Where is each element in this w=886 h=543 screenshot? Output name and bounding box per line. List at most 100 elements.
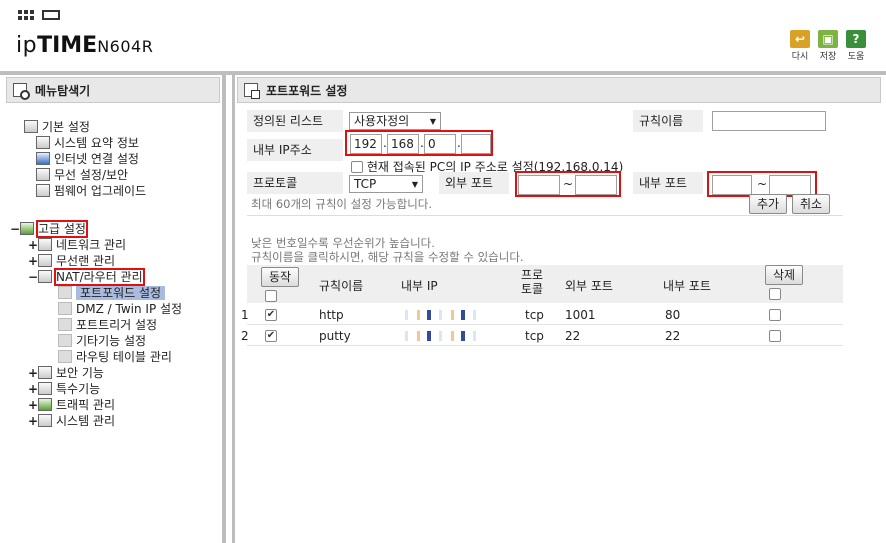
- save-icon: ▣: [818, 30, 838, 48]
- external-port-end[interactable]: [575, 175, 617, 195]
- expand-toggle[interactable]: +: [28, 253, 38, 269]
- folder-icon: [24, 120, 38, 133]
- logo-dots-icon: [18, 10, 34, 20]
- menu-system-summary[interactable]: 시스템 요약 정보: [36, 135, 139, 151]
- cancel-button[interactable]: 취소: [792, 194, 830, 214]
- internal-port-end[interactable]: [769, 175, 811, 195]
- menu-wlan-management[interactable]: + 무선랜 관리: [28, 253, 115, 269]
- firmware-icon: [36, 184, 50, 197]
- row-delete-checkbox[interactable]: [769, 330, 781, 342]
- protocol-label: 프로토콜: [247, 172, 343, 194]
- current-pc-checkbox[interactable]: [351, 161, 363, 173]
- rule-name-input[interactable]: [712, 111, 826, 131]
- predefined-list-select[interactable]: 사용자정의: [349, 112, 441, 130]
- page-icon: [244, 83, 260, 99]
- collapse-toggle[interactable]: −: [10, 221, 20, 237]
- collapse-toggle[interactable]: −: [28, 269, 38, 285]
- help-button[interactable]: ? 도움: [846, 30, 866, 62]
- menu-port-trigger[interactable]: 포트트리거 설정: [58, 317, 157, 333]
- action-button[interactable]: 동작: [261, 267, 299, 287]
- row-enable-checkbox[interactable]: [265, 330, 277, 342]
- globe-icon: [36, 152, 50, 165]
- page-icon: [58, 286, 72, 299]
- expand-toggle[interactable]: +: [28, 397, 38, 413]
- network-icon: [38, 238, 52, 251]
- form-divider: [247, 215, 843, 216]
- max-rules-note: 최대 60개의 규칙이 설정 가능합니다.: [251, 197, 433, 211]
- internal-ip-value-redacted: [397, 310, 477, 320]
- external-port-value: 1001: [565, 308, 596, 322]
- undo-button[interactable]: ↩ 다시: [790, 30, 810, 62]
- menu-special[interactable]: + 특수기능: [28, 381, 100, 397]
- select-all-checkbox[interactable]: [265, 290, 277, 302]
- menu-firmware-upgrade[interactable]: 펌웨어 업그레이드: [36, 183, 146, 199]
- traffic-icon: [38, 398, 52, 411]
- predefined-list-label: 정의된 리스트: [247, 110, 343, 132]
- external-port-value: 22: [565, 329, 581, 343]
- protocol-value: tcp: [525, 329, 544, 343]
- logo-box-icon: [42, 10, 60, 20]
- internal-ip-label: 내부 IP주소: [247, 139, 343, 161]
- edit-hint: 규칙이름을 클릭하시면, 해당 규칙을 수정할 수 있습니다.: [251, 250, 524, 264]
- page-icon: [58, 334, 72, 347]
- menu-dmz-twinip[interactable]: DMZ / Twin IP 설정: [58, 301, 182, 317]
- ip-octet-3[interactable]: 0: [424, 134, 456, 154]
- menu-port-forward[interactable]: 포트포워드 설정: [58, 285, 166, 301]
- row-number: 1: [241, 308, 249, 322]
- page-title: 포트포워드 설정: [237, 77, 881, 103]
- menu-network-management[interactable]: + 네트워크 관리: [28, 237, 126, 253]
- col-rule-name: 규칙이름: [319, 279, 364, 293]
- undo-icon: ↩: [790, 30, 810, 48]
- row-enable-checkbox[interactable]: [265, 309, 277, 321]
- wireless-icon: [38, 254, 52, 267]
- add-button[interactable]: 추가: [749, 194, 787, 214]
- external-port-label: 외부 포트: [439, 172, 509, 194]
- menu-system-management[interactable]: + 시스템 관리: [28, 413, 115, 429]
- menu-nat-router[interactable]: − NAT/라우터 관리: [28, 268, 145, 286]
- col-protocol: 프로 토콜: [521, 268, 544, 296]
- menu-routing-table[interactable]: 라우팅 테이블 관리: [58, 349, 172, 365]
- page-icon: [58, 302, 72, 315]
- menu-security[interactable]: + 보안 기능: [28, 365, 104, 381]
- rule-name-link[interactable]: putty: [319, 329, 351, 343]
- menu-advanced-settings[interactable]: − 고급 설정: [10, 220, 88, 238]
- expand-toggle[interactable]: +: [28, 381, 38, 397]
- ip-octet-4[interactable]: [461, 134, 491, 154]
- menu-traffic[interactable]: + 트래픽 관리: [28, 397, 115, 413]
- wireless-icon: [36, 168, 50, 181]
- ip-octet-2[interactable]: 168: [387, 134, 419, 154]
- menu-basic-settings[interactable]: 기본 설정: [24, 119, 90, 135]
- header-buttons: ↩ 다시 ▣ 저장 ? 도움: [790, 30, 866, 62]
- rule-name-link[interactable]: http: [319, 308, 344, 322]
- save-button[interactable]: ▣ 저장: [818, 30, 838, 62]
- row-delete-checkbox[interactable]: [769, 309, 781, 321]
- table-row: 1 http tcp 1001 80: [241, 305, 843, 325]
- expand-toggle[interactable]: +: [28, 365, 38, 381]
- expand-toggle[interactable]: +: [28, 237, 38, 253]
- internal-port-value: 80: [665, 308, 681, 322]
- protocol-select[interactable]: TCP: [349, 175, 423, 193]
- table-row: 2 putty tcp 22 22: [241, 326, 843, 346]
- header: ipTIMEN604R ↩ 다시 ▣ 저장 ? 도움: [0, 0, 886, 70]
- delete-button[interactable]: 삭제: [765, 265, 803, 285]
- chart-icon: [38, 414, 52, 427]
- internal-port-start[interactable]: [712, 175, 752, 195]
- menu-misc-settings[interactable]: 기타기능 설정: [58, 333, 146, 349]
- menu-explorer: 메뉴탐색기 기본 설정 시스템 요약 정보 인터넷 연결 설정 무선 설정/보안…: [0, 75, 226, 543]
- page-icon: [58, 318, 72, 331]
- external-port-group: ~: [515, 171, 621, 197]
- internal-port-label: 내부 포트: [633, 172, 703, 194]
- ip-octet-1[interactable]: 192: [350, 134, 382, 154]
- row-number: 2: [241, 329, 249, 343]
- internal-ip-group: 192 . 168 . 0 .: [345, 130, 493, 156]
- protocol-value: tcp: [525, 308, 544, 322]
- menu-wireless-security[interactable]: 무선 설정/보안: [36, 167, 128, 183]
- menu-internet-setup[interactable]: 인터넷 연결 설정: [36, 151, 139, 167]
- chart-icon: [36, 136, 50, 149]
- select-all-delete-checkbox[interactable]: [769, 288, 781, 300]
- external-port-start[interactable]: [518, 175, 560, 195]
- folder-icon: [38, 382, 52, 395]
- menu-explorer-title: 메뉴탐색기: [6, 77, 220, 103]
- internal-ip-value-redacted: [397, 331, 477, 341]
- expand-toggle[interactable]: +: [28, 413, 38, 429]
